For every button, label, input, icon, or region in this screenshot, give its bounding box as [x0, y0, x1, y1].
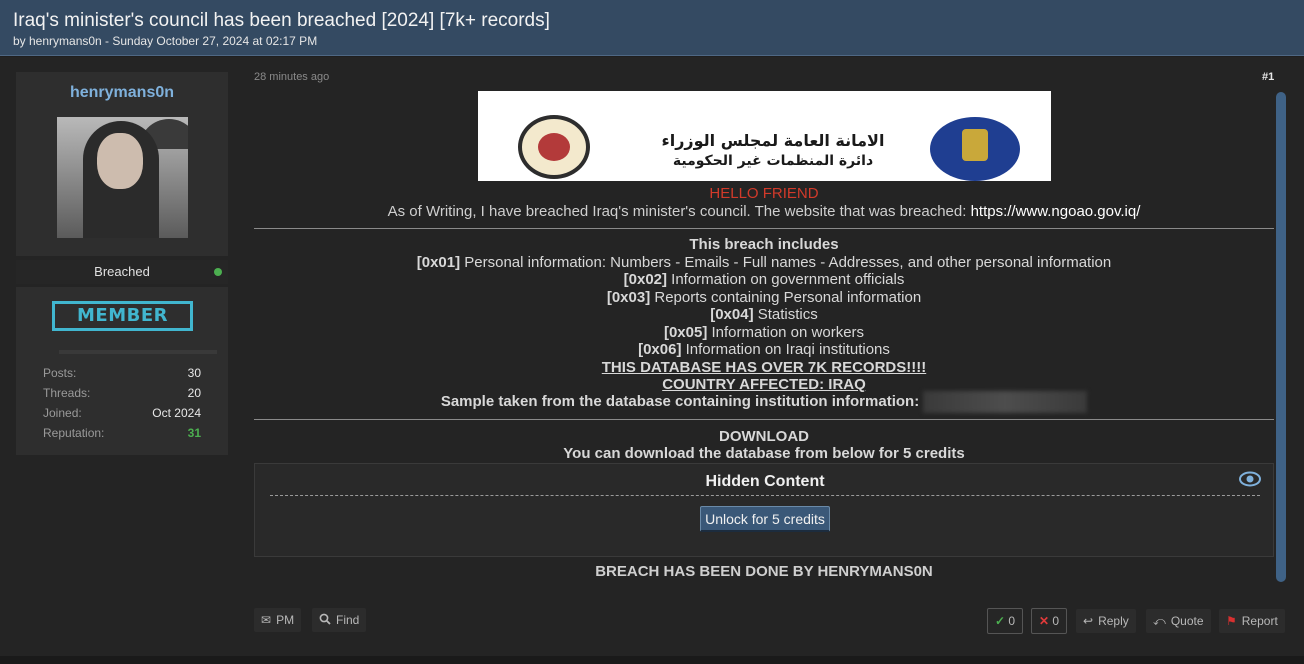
online-indicator-icon	[214, 268, 222, 276]
item-text: Reports containing Personal information	[650, 289, 922, 306]
hello-heading: HELLO FRIEND	[709, 185, 819, 202]
records-line: THIS DATABASE HAS OVER 7K RECORDS!!!!	[254, 359, 1274, 377]
avatar-face-shape	[97, 133, 143, 189]
bottom-strip	[0, 656, 1304, 664]
item-code: [0x06]	[638, 341, 682, 358]
thread-header: Iraq's minister's council has been breac…	[0, 0, 1304, 56]
envelope-icon: ✉	[261, 613, 272, 627]
stat-label: Threads:	[43, 386, 91, 400]
avatar[interactable]	[57, 117, 188, 238]
username-link[interactable]: henrymans0n	[16, 84, 228, 102]
find-label: Find	[336, 613, 360, 627]
iraq-coat-of-arms-icon	[930, 117, 1020, 181]
downvote-count: 0	[1052, 614, 1060, 628]
eye-icon[interactable]	[1239, 471, 1261, 487]
signoff: BREACH HAS BEEN DONE BY HENRYMANS0N	[595, 563, 933, 580]
reply-label: Reply	[1098, 614, 1129, 628]
reply-button[interactable]: ↩ Reply	[1076, 609, 1136, 633]
user-stats-card: MEMBER Posts: 30 Threads: 20 Joined: Oct…	[16, 287, 228, 455]
report-button[interactable]: ⚑ Report	[1219, 609, 1285, 633]
stat-value: 20	[187, 386, 201, 400]
item-text: Personal information: Numbers - Emails -…	[460, 254, 1112, 271]
unlock-button[interactable]: Unlock for 5 credits	[700, 506, 830, 532]
pm-label: PM	[276, 613, 295, 627]
stat-label: Joined:	[43, 406, 82, 420]
records-text: THIS DATABASE HAS OVER 7K RECORDS!!!!	[601, 359, 927, 376]
seal-emblem	[538, 133, 570, 161]
x-icon: ✕	[1039, 614, 1050, 628]
user-card: henrymans0n	[16, 72, 228, 256]
quote-button[interactable]: ⤺ Quote	[1146, 609, 1211, 633]
sample-line: Sample taken from the database containin…	[254, 391, 1274, 414]
rank-badge: MEMBER	[52, 301, 193, 331]
banner-arabic-subtitle: دائرة المنظمات غير الحكومية	[672, 153, 874, 169]
item-code: [0x03]	[606, 289, 651, 306]
includes-heading: This breach includes	[689, 236, 839, 253]
breach-item: [0x06] Information on Iraqi institutions	[254, 341, 1274, 359]
stats-divider	[59, 350, 217, 354]
item-text: Information on workers	[707, 324, 865, 341]
hidden-content-title: Hidden Content	[705, 473, 825, 490]
item-code: [0x01]	[416, 254, 461, 271]
item-code: [0x05]	[663, 324, 708, 341]
intro-line: As of Writing, I have breached Iraq's mi…	[254, 203, 1274, 221]
upvote-button[interactable]: ✓ 0	[987, 608, 1024, 634]
report-label: Report	[1241, 614, 1278, 628]
blurred-sample-image[interactable]	[923, 391, 1088, 414]
sample-text: Sample taken from the database containin…	[440, 393, 920, 410]
stat-row-reputation: Reputation: 31	[43, 426, 201, 442]
breach-item: [0x02] Information on government officia…	[254, 271, 1274, 289]
ngo-directorate-seal-icon	[518, 115, 590, 179]
hidden-content-divider	[270, 495, 1260, 496]
post-number-link[interactable]: #1	[1262, 71, 1274, 83]
pm-button[interactable]: ✉ PM	[254, 608, 302, 632]
hidden-content-box: Hidden Content Unlock for 5 credits	[254, 463, 1274, 557]
item-code: [0x02]	[623, 271, 667, 288]
flag-icon: ⚑	[1226, 614, 1237, 628]
divider	[254, 228, 1274, 229]
user-status-row: Breached	[16, 260, 228, 284]
breach-item: [0x05] Information on workers	[254, 324, 1274, 342]
post-timestamp: 28 minutes ago	[254, 71, 330, 83]
ngo-banner-image: الامانة العامة لمجلس الوزراء دائرة المنظ…	[478, 91, 1051, 181]
intro-text: As of Writing, I have breached Iraq's mi…	[387, 203, 971, 220]
quote-icon: ⤺	[1153, 614, 1166, 628]
user-status: Breached	[94, 264, 150, 279]
item-text: Statistics	[753, 306, 818, 323]
find-button[interactable]: Find	[312, 608, 367, 632]
stat-row-threads: Threads: 20	[43, 386, 201, 402]
search-icon	[319, 608, 331, 632]
scrollbar-thumb[interactable]	[1276, 92, 1286, 582]
breach-item: [0x01] Personal information: Numbers - E…	[254, 254, 1274, 272]
breach-item: [0x03] Reports containing Personal infor…	[254, 289, 1274, 307]
stat-label: Reputation:	[43, 426, 105, 440]
item-code: [0x04]	[710, 306, 754, 323]
coat-of-arms-eagle	[962, 129, 988, 161]
thread-title: Iraq's minister's council has been breac…	[13, 10, 550, 31]
download-heading: DOWNLOAD	[719, 428, 809, 445]
stat-row-posts: Posts: 30	[43, 366, 201, 382]
item-text: Information on Iraqi institutions	[681, 341, 890, 358]
downvote-button[interactable]: ✕ 0	[1031, 608, 1068, 634]
quote-label: Quote	[1170, 614, 1204, 628]
stat-value: Oct 2024	[152, 406, 201, 420]
stat-label: Posts:	[43, 366, 77, 380]
breached-site-link[interactable]: https://www.ngoao.gov.iq/	[971, 203, 1141, 220]
thread-byline: by henrymans0n - Sunday October 27, 2024…	[13, 34, 318, 48]
reputation-value[interactable]: 31	[188, 426, 201, 440]
download-text: You can download the database from below…	[563, 445, 965, 462]
stat-value: 30	[187, 366, 201, 380]
divider	[254, 419, 1274, 420]
item-text: Information on government officials	[667, 271, 905, 288]
check-icon: ✓	[995, 614, 1006, 628]
banner-arabic-title: الامانة العامة لمجلس الوزراء	[661, 131, 885, 150]
stat-row-joined: Joined: Oct 2024	[43, 406, 201, 422]
reply-icon: ↩	[1083, 614, 1094, 628]
breach-item: [0x04] Statistics	[254, 306, 1274, 324]
upvote-count: 0	[1008, 614, 1016, 628]
